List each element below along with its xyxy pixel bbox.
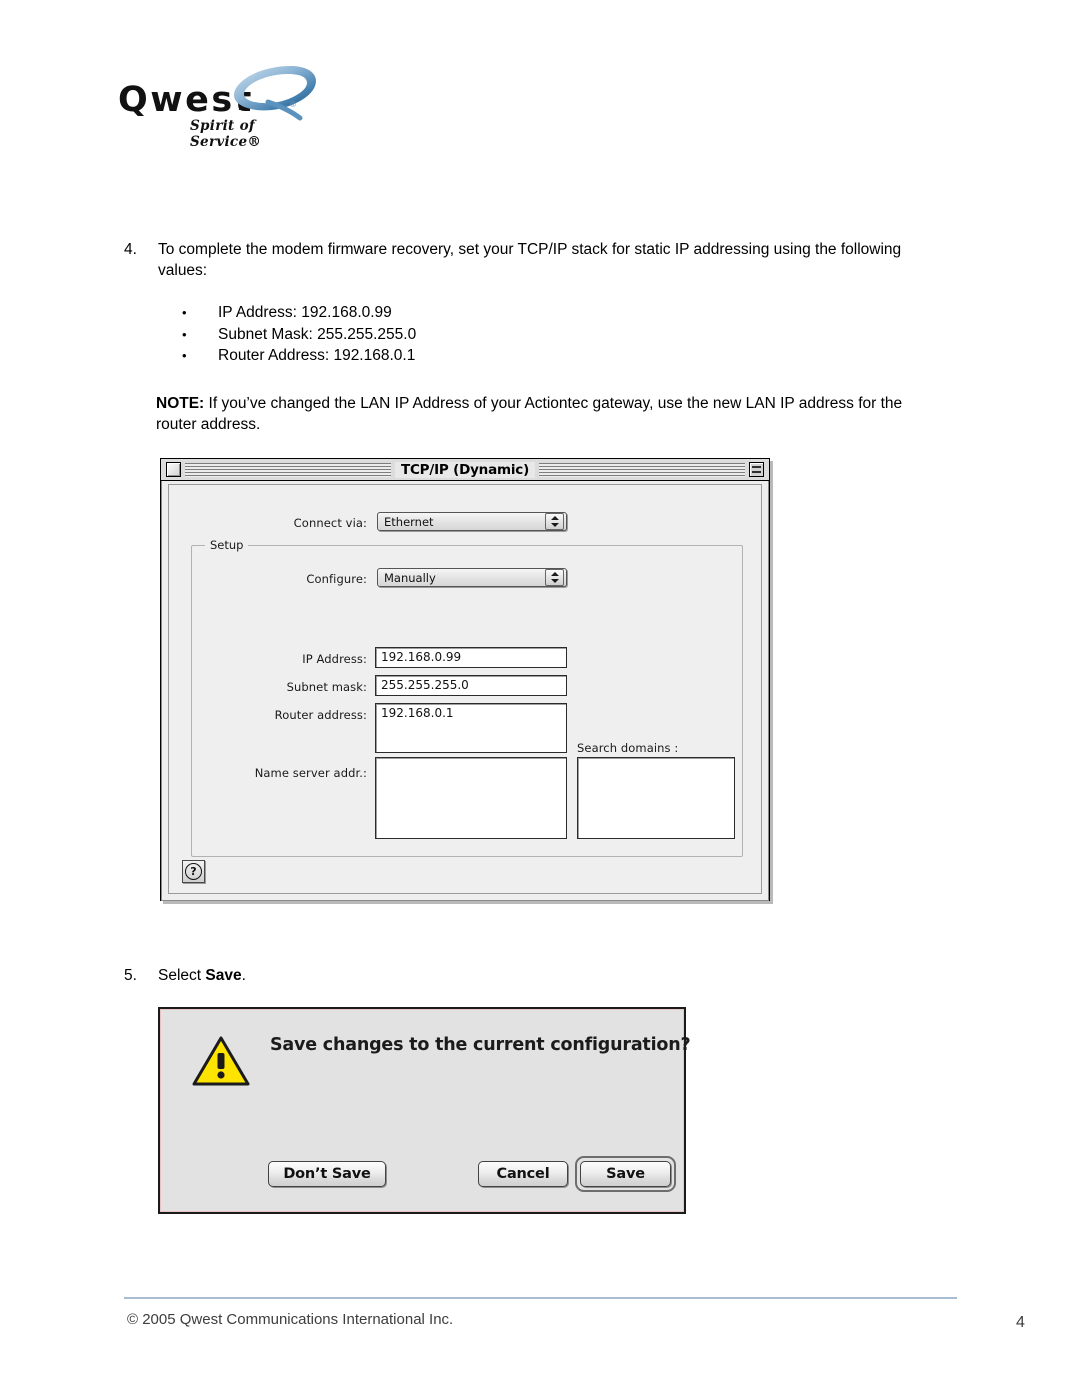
qwest-swoosh-trademark: ® xyxy=(290,100,296,109)
router-address-label: Router address: xyxy=(274,708,367,722)
dialog-message: Save changes to the current configuratio… xyxy=(270,1035,691,1055)
footer-divider xyxy=(124,1297,957,1299)
note-text: If you’ve changed the LAN IP Address of … xyxy=(156,395,903,433)
step-4-number: 4. xyxy=(124,241,137,258)
question-mark-icon: ? xyxy=(185,863,202,880)
step-5-number: 5. xyxy=(124,967,137,984)
dont-save-button[interactable]: Don’t Save xyxy=(268,1161,386,1187)
ip-address-input[interactable]: 192.168.0.99 xyxy=(375,647,567,668)
close-box-icon[interactable] xyxy=(166,462,181,477)
step-5-text: Select Save. xyxy=(158,965,524,986)
configure-select[interactable]: Manually xyxy=(377,568,567,587)
search-domains-input[interactable] xyxy=(577,757,735,839)
ip-address-label: IP Address: xyxy=(302,652,367,666)
configure-value: Manually xyxy=(384,570,436,585)
chevron-updown-icon xyxy=(545,513,564,530)
list-item-label: IP Address: 192.168.0.99 xyxy=(218,304,392,321)
subnet-mask-input[interactable]: 255.255.255.0 xyxy=(375,675,567,696)
window-titlebar[interactable]: TCP/IP (Dynamic) xyxy=(161,459,769,481)
bullet-icon: • xyxy=(182,326,187,342)
connect-via-value: Ethernet xyxy=(384,514,434,529)
list-item: • Subnet Mask: 255.255.255.0 xyxy=(182,324,782,346)
note-paragraph: NOTE: If you’ve changed the LAN IP Addre… xyxy=(156,393,916,435)
qwest-tagline: Spirit of Service® xyxy=(190,118,262,150)
footer-copyright: © 2005 Qwest Communications Internationa… xyxy=(127,1311,454,1328)
value-bullet-list: • IP Address: 192.168.0.99 • Subnet Mask… xyxy=(182,302,782,367)
step-5-text-after: . xyxy=(241,967,246,984)
connect-via-select[interactable]: Ethernet xyxy=(377,512,567,531)
window-title: TCP/IP (Dynamic) xyxy=(394,461,536,478)
bullet-icon: • xyxy=(182,305,187,320)
bullet-icon: • xyxy=(182,348,187,363)
collapse-box-icon[interactable] xyxy=(749,462,764,477)
step-4-text: To complete the modem firmware recovery,… xyxy=(158,241,902,279)
connect-via-label: Connect via: xyxy=(293,516,367,530)
step-5-text-before: Select xyxy=(158,967,206,984)
list-item: • Router Address: 192.168.0.1 xyxy=(182,345,782,367)
search-domains-label: Search domains : xyxy=(577,741,679,755)
note-label: NOTE: xyxy=(156,395,205,412)
step-4: 4. To complete the modem firmware recove… xyxy=(124,239,944,281)
step-5: 5. Select Save. xyxy=(124,965,524,986)
window-content-panel: Connect via: Ethernet Setup Configure: M… xyxy=(168,484,762,894)
chevron-updown-icon xyxy=(545,569,564,586)
step-5-bold: Save xyxy=(205,967,242,984)
save-button[interactable]: Save xyxy=(580,1161,671,1187)
router-address-input[interactable]: 192.168.0.1 xyxy=(375,703,567,753)
setup-group-label: Setup xyxy=(205,538,249,552)
warning-triangle-icon xyxy=(192,1036,250,1086)
list-item-label: Router Address: 192.168.0.1 xyxy=(218,347,416,364)
subnet-mask-label: Subnet mask: xyxy=(286,680,367,694)
window-body: Connect via: Ethernet Setup Configure: M… xyxy=(161,481,769,901)
cancel-button[interactable]: Cancel xyxy=(478,1161,568,1187)
page-number: 4 xyxy=(1016,1314,1025,1331)
titlebar-stripes-right xyxy=(539,462,745,477)
configure-label: Configure: xyxy=(306,572,367,586)
name-server-addr-input[interactable] xyxy=(375,757,567,839)
help-button[interactable]: ? xyxy=(182,860,205,883)
name-server-addr-label: Name server addr.: xyxy=(254,766,367,780)
qwest-logo: Qwest . ® Spirit of Service® xyxy=(118,62,318,150)
qwest-swoosh-icon xyxy=(234,66,316,121)
tcpip-window: TCP/IP (Dynamic) Connect via: Ethernet S… xyxy=(160,458,770,901)
save-changes-dialog: Save changes to the current configuratio… xyxy=(158,1007,691,1214)
list-item-label: Subnet Mask: 255.255.255.0 xyxy=(218,325,417,343)
titlebar-stripes-left xyxy=(185,462,391,477)
list-item: • IP Address: 192.168.0.99 xyxy=(182,302,782,324)
